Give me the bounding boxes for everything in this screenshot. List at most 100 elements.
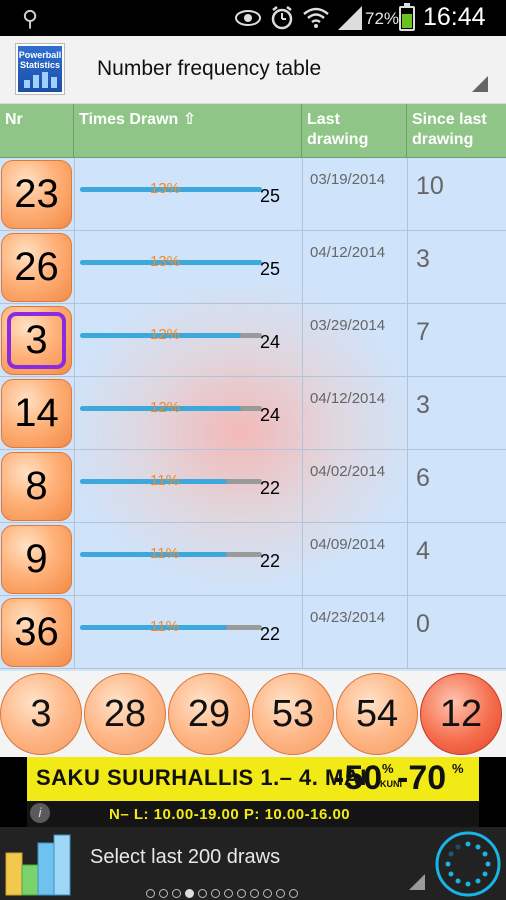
column-divider <box>407 158 408 230</box>
loading-spinner-icon[interactable] <box>434 830 502 898</box>
number-value: 9 <box>25 537 48 581</box>
last-drawing-date: 03/19/2014 <box>310 171 386 188</box>
white-ball[interactable]: 53 <box>252 673 334 755</box>
page-dot[interactable] <box>159 889 168 898</box>
last-drawing-date: 03/29/2014 <box>310 317 386 334</box>
column-divider <box>74 450 75 522</box>
bottom-bar: Select last 200 draws <box>0 827 506 900</box>
latest-draw-balls: 3 28 29 53 54 12 <box>0 671 506 757</box>
page-dot[interactable] <box>211 889 220 898</box>
ad-headline: SAKU SUURHALLIS 1.– 4. MAI <box>36 765 367 790</box>
frequency-percent: 12% <box>150 326 181 343</box>
page-dot[interactable] <box>185 889 194 898</box>
number-cell[interactable]: 9 <box>1 525 72 594</box>
white-ball[interactable]: 28 <box>84 673 166 755</box>
since-last-drawing: 6 <box>416 464 430 492</box>
number-cell[interactable]: 14 <box>1 379 72 448</box>
table-row[interactable]: 8 11% 22 04/02/2014 6 <box>0 450 506 523</box>
last-drawing-date: 04/09/2014 <box>310 536 386 553</box>
since-last-drawing: 4 <box>416 537 430 565</box>
status-bar: ⚲ 72% 16:44 <box>0 0 506 36</box>
column-divider <box>74 231 75 303</box>
select-draws-dropdown[interactable]: Select last 200 draws <box>90 846 280 869</box>
column-divider <box>407 377 408 449</box>
number-cell[interactable]: 26 <box>1 233 72 302</box>
page-dot[interactable] <box>172 889 181 898</box>
page-dot[interactable] <box>224 889 233 898</box>
bar-chart-icon[interactable] <box>4 829 74 897</box>
column-divider <box>302 231 303 303</box>
frequency-percent: 12% <box>150 399 181 416</box>
signal-icon <box>338 6 362 30</box>
alarm-icon <box>271 6 293 30</box>
white-ball[interactable]: 3 <box>0 673 82 755</box>
frequency-percent: 13% <box>150 180 181 197</box>
status-icons <box>235 6 362 30</box>
header-times-drawn[interactable]: Times Drawn ⇧ <box>74 104 302 158</box>
usb-icon: ⚲ <box>22 6 39 31</box>
number-cell[interactable]: 8 <box>1 452 72 521</box>
eye-icon <box>235 10 261 26</box>
app-logo[interactable]: Powerball Statistics <box>16 44 64 94</box>
white-ball[interactable]: 29 <box>168 673 250 755</box>
since-last-drawing: 3 <box>416 245 430 273</box>
table-row[interactable]: 23 13% 25 03/19/2014 10 <box>0 158 506 231</box>
column-divider <box>74 304 75 376</box>
number-cell[interactable]: 3 <box>1 306 72 375</box>
column-divider <box>302 450 303 522</box>
page-dot[interactable] <box>146 889 155 898</box>
ad-banner[interactable]: SAKU SUURHALLIS 1.– 4. MAI -50 % KUNI -7… <box>0 757 506 827</box>
times-drawn-count: 25 <box>260 186 281 206</box>
page-dot[interactable] <box>276 889 285 898</box>
app-logo-text: Powerball Statistics <box>18 50 62 70</box>
page-dot[interactable] <box>263 889 272 898</box>
header-since-last[interactable]: Since last drawing <box>407 104 506 158</box>
number-cell[interactable]: 36 <box>1 598 72 667</box>
dropdown-arrow-icon[interactable] <box>472 76 488 92</box>
column-divider <box>74 377 75 449</box>
ad-info-icon[interactable]: i <box>30 803 50 823</box>
app-bar: Powerball Statistics Number frequency ta… <box>0 36 506 104</box>
page-dot[interactable] <box>237 889 246 898</box>
header-last-drawing[interactable]: Last drawing <box>302 104 407 158</box>
since-last-drawing: 10 <box>416 172 444 200</box>
column-divider <box>407 523 408 595</box>
table-row[interactable]: 26 13% 25 04/12/2014 3 <box>0 231 506 304</box>
ad-discount-50: -50 <box>333 759 383 797</box>
column-divider <box>74 158 75 230</box>
table-row[interactable]: 36 11% 22 04/23/2014 0 <box>0 596 506 669</box>
number-value: 14 <box>14 391 59 435</box>
column-divider <box>74 596 75 668</box>
column-divider <box>302 158 303 230</box>
wifi-icon <box>303 7 329 28</box>
clock: 16:44 <box>423 3 486 31</box>
ad-hours: N– L: 10.00-19.00 P: 10.00-16.00 <box>109 806 351 823</box>
dropdown-arrow-icon[interactable] <box>409 874 425 890</box>
table-row[interactable]: 9 11% 22 04/09/2014 4 <box>0 523 506 596</box>
frequency-percent: 11% <box>150 545 179 562</box>
table-row[interactable]: 3 12% 24 03/29/2014 7 <box>0 304 506 377</box>
frequency-table[interactable]: Nr Times Drawn ⇧ Last drawing Since last… <box>0 104 506 671</box>
column-divider <box>407 596 408 668</box>
column-divider <box>302 523 303 595</box>
bar-chart-icon <box>24 72 57 88</box>
times-drawn-count: 22 <box>260 478 281 498</box>
column-divider <box>302 596 303 668</box>
since-last-drawing: 3 <box>416 391 430 419</box>
number-value: 36 <box>14 610 59 654</box>
since-last-drawing: 7 <box>416 318 430 346</box>
page-title[interactable]: Number frequency table <box>97 57 321 81</box>
page-dot[interactable] <box>250 889 259 898</box>
page-dot[interactable] <box>198 889 207 898</box>
page-dot[interactable] <box>289 889 298 898</box>
number-cell[interactable]: 23 <box>1 160 72 229</box>
powerball[interactable]: 12 <box>420 673 502 755</box>
column-divider <box>74 523 75 595</box>
header-nr[interactable]: Nr <box>0 104 74 158</box>
last-drawing-date: 04/12/2014 <box>310 390 386 407</box>
last-drawing-date: 04/12/2014 <box>310 244 386 261</box>
table-row[interactable]: 14 12% 24 04/12/2014 3 <box>0 377 506 450</box>
white-ball[interactable]: 54 <box>336 673 418 755</box>
times-drawn-count: 22 <box>260 624 281 644</box>
ad-percent-b: % <box>452 761 464 776</box>
